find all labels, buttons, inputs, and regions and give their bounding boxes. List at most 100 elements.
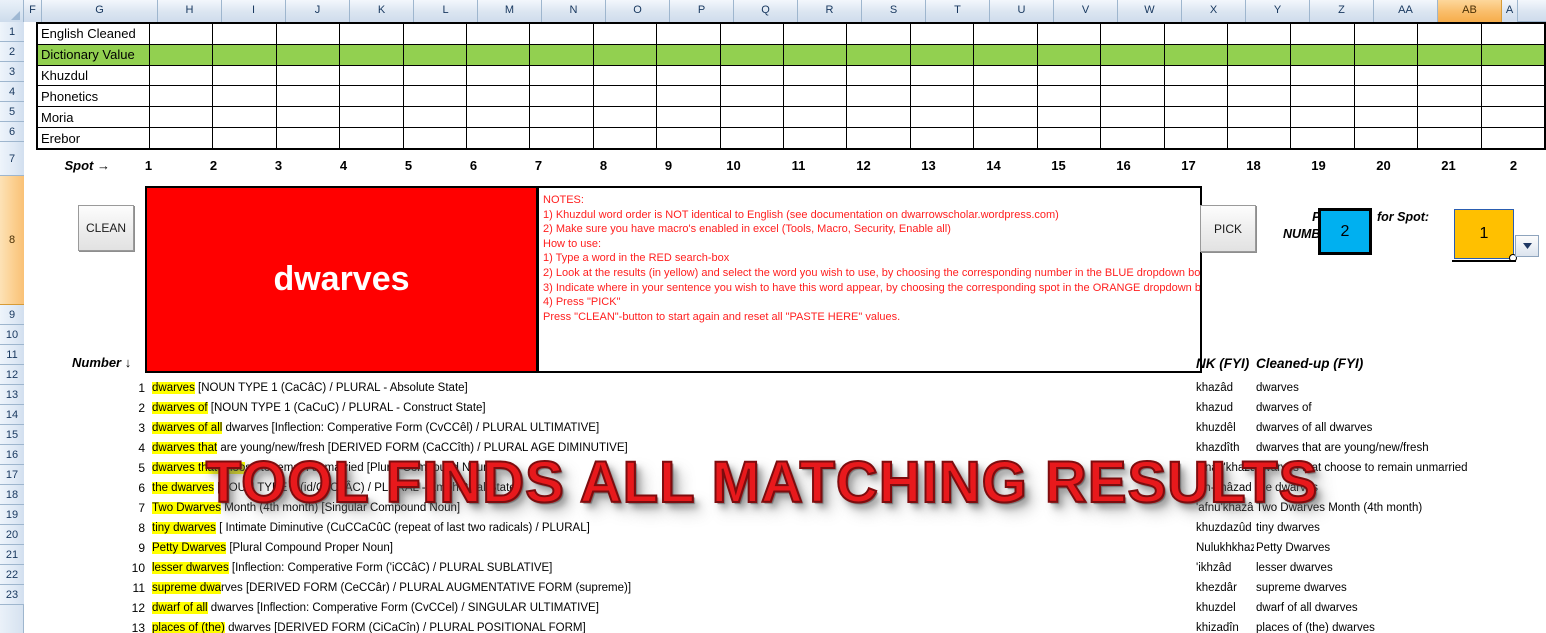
dictionary-cell[interactable] (404, 86, 468, 107)
dictionary-cell[interactable] (1228, 24, 1292, 44)
dictionary-cell[interactable] (530, 65, 594, 86)
column-header-y[interactable]: Y (1246, 0, 1310, 22)
dictionary-cell[interactable] (1165, 65, 1228, 86)
table-row[interactable]: 6 the dwarves [NOUN TYPE 1 (id/CvCaÂC) / … (24, 478, 1546, 498)
dictionary-row-label[interactable]: Moria (38, 107, 150, 128)
dictionary-cell[interactable] (1038, 107, 1102, 128)
column-header-s[interactable]: S (862, 0, 926, 22)
dictionary-cell[interactable] (847, 65, 911, 86)
row-header-15[interactable]: 15 (0, 425, 24, 445)
dictionary-cell[interactable] (1038, 65, 1102, 86)
dictionary-cell[interactable] (721, 65, 785, 86)
table-row[interactable]: 3 dwarves of all dwarves [Inflection: Com… (24, 418, 1546, 438)
column-header-u[interactable]: U (990, 0, 1054, 22)
row-header-4[interactable]: 4 (0, 82, 24, 102)
column-header-g[interactable]: G (42, 0, 158, 22)
dictionary-cell[interactable] (974, 86, 1038, 107)
column-header-aa[interactable]: AA (1374, 0, 1438, 22)
dictionary-cell[interactable] (1101, 65, 1165, 86)
dictionary-cell[interactable] (1165, 128, 1228, 148)
clean-button[interactable]: CLEAN (78, 205, 134, 251)
dictionary-cell[interactable] (594, 86, 658, 107)
dictionary-cell[interactable] (1038, 24, 1102, 44)
column-header-f[interactable]: F (24, 0, 42, 22)
table-row[interactable]: 5 dwarves that choose to remain unmarried… (24, 458, 1546, 478)
dictionary-cell[interactable] (911, 128, 975, 148)
dictionary-cell[interactable] (1354, 44, 1419, 65)
row-header-2[interactable]: 2 (0, 42, 24, 62)
table-row[interactable]: 12 dwarf of all dwarves [Inflection: Comp… (24, 598, 1546, 618)
table-row[interactable]: 1 dwarves [NOUN TYPE 1 (CaCâC) / PLURAL -… (24, 378, 1546, 398)
dictionary-cell[interactable] (974, 24, 1038, 44)
dictionary-cell[interactable] (150, 24, 214, 44)
dictionary-cell[interactable] (340, 128, 404, 148)
row-header-21[interactable]: 21 (0, 545, 24, 565)
dictionary-cell[interactable] (213, 24, 277, 44)
dictionary-cell[interactable] (657, 128, 721, 148)
row-header-3[interactable]: 3 (0, 62, 24, 82)
dictionary-cell[interactable] (657, 24, 721, 44)
dictionary-cell[interactable] (404, 65, 468, 86)
column-header-q[interactable]: Q (734, 0, 798, 22)
dictionary-cell[interactable] (1355, 107, 1419, 128)
search-input[interactable]: dwarves (145, 186, 538, 373)
dictionary-cell[interactable] (404, 107, 468, 128)
dictionary-cell[interactable] (911, 65, 975, 86)
dictionary-cell[interactable] (721, 128, 785, 148)
dictionary-cell[interactable] (467, 107, 531, 128)
dictionary-cell[interactable] (1038, 86, 1102, 107)
column-header-r[interactable]: R (798, 0, 862, 22)
dictionary-cell[interactable] (721, 86, 785, 107)
column-header-t[interactable]: T (926, 0, 990, 22)
row-header-18[interactable]: 18 (0, 485, 24, 505)
pick-number-dropdown[interactable]: 2 (1318, 208, 1372, 255)
dictionary-cell[interactable] (467, 65, 531, 86)
dictionary-cell[interactable] (847, 128, 911, 148)
row-header-9[interactable]: 9 (0, 305, 24, 325)
chevron-down-icon[interactable] (1515, 235, 1539, 257)
dictionary-cell[interactable] (1418, 128, 1482, 148)
dictionary-row-label[interactable]: Khuzdul (38, 65, 150, 86)
dictionary-cell[interactable] (657, 86, 721, 107)
dictionary-cell[interactable] (1291, 128, 1355, 148)
dictionary-cell[interactable] (721, 107, 785, 128)
dictionary-cell[interactable] (340, 24, 404, 44)
dictionary-cell[interactable] (911, 107, 975, 128)
row-header-13[interactable]: 13 (0, 385, 24, 405)
dictionary-cell[interactable] (1164, 44, 1228, 65)
column-header-v[interactable]: V (1054, 0, 1118, 22)
dictionary-cell[interactable] (277, 107, 341, 128)
dictionary-cell[interactable] (721, 24, 785, 44)
dictionary-cell[interactable] (657, 65, 721, 86)
row-header-7[interactable]: 7 (0, 142, 24, 176)
dictionary-row-label[interactable]: English Cleaned (38, 24, 150, 44)
dictionary-cell[interactable] (784, 107, 848, 128)
dictionary-cell[interactable] (277, 24, 341, 44)
dictionary-cell[interactable] (1165, 107, 1228, 128)
dictionary-cell[interactable] (847, 44, 911, 65)
table-row[interactable]: 7 Two Dwarves Month (4th month) [Singular… (24, 498, 1546, 518)
dictionary-cell[interactable] (150, 65, 214, 86)
row-header-8[interactable]: 8 (0, 176, 24, 305)
row-header-14[interactable]: 14 (0, 405, 24, 425)
dictionary-cell[interactable] (784, 86, 848, 107)
dictionary-cell[interactable] (276, 44, 341, 65)
dictionary-cell[interactable] (213, 107, 277, 128)
dictionary-cell[interactable] (467, 128, 531, 148)
dictionary-cell[interactable] (404, 24, 468, 44)
column-header-h[interactable]: H (158, 0, 222, 22)
column-header-x[interactable]: X (1182, 0, 1246, 22)
spot-dropdown[interactable]: 1 (1454, 209, 1517, 262)
dictionary-row-label[interactable]: Dictionary Value (38, 44, 150, 65)
column-header-i[interactable]: I (222, 0, 286, 22)
dictionary-row-label[interactable]: Phonetics (38, 86, 150, 107)
dictionary-cell[interactable] (1101, 44, 1165, 65)
dictionary-cell[interactable] (1291, 44, 1355, 65)
row-header-23[interactable]: 23 (0, 585, 24, 605)
table-row[interactable]: 8 tiny dwarves [ Intimate Diminutive (CuC… (24, 518, 1546, 538)
column-header-w[interactable]: W (1118, 0, 1182, 22)
column-header-o[interactable]: O (606, 0, 670, 22)
dictionary-cell[interactable] (213, 44, 277, 65)
column-header-j[interactable]: J (286, 0, 350, 22)
table-row[interactable]: 13 places of (the) dwarves [DERIVED FORM … (24, 618, 1546, 633)
